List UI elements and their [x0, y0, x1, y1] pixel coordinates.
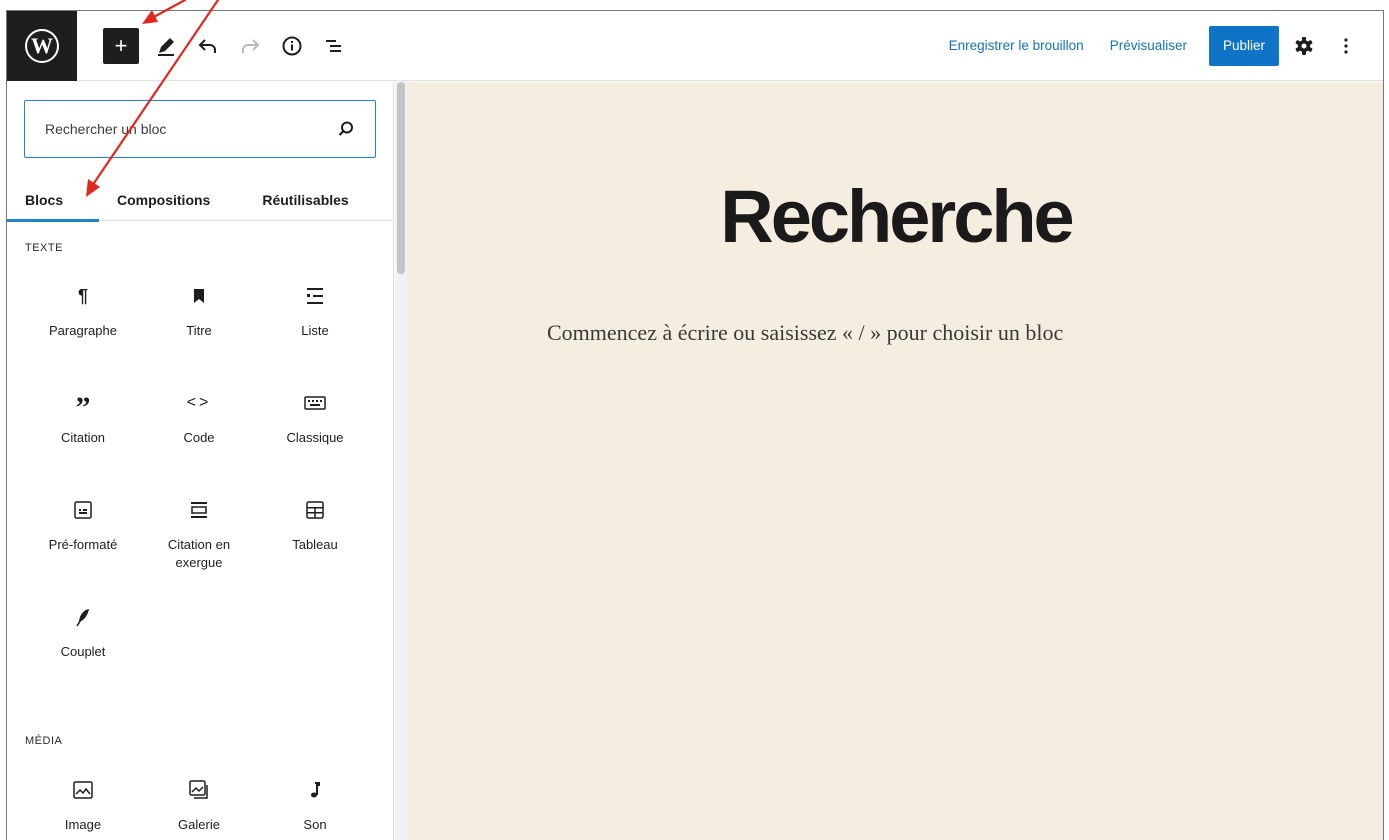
tab-label: Blocs: [25, 192, 64, 208]
image-icon: [73, 776, 93, 804]
wordpress-logo-icon: W: [25, 28, 59, 63]
tab-blocks[interactable]: Blocs: [7, 179, 99, 222]
save-draft-button[interactable]: Enregistrer le brouillon: [936, 38, 1097, 53]
section-label-media: MÉDIA: [25, 735, 63, 747]
paragraph-icon: ¶: [77, 285, 88, 306]
undo-button[interactable]: [187, 26, 229, 66]
tab-compositions[interactable]: Compositions: [117, 179, 210, 221]
audio-note-icon: [308, 776, 322, 804]
section-label-text: TEXTE: [25, 242, 63, 254]
undo-icon: [198, 38, 216, 53]
block-item-paragraph[interactable]: ¶ Paragraphe: [25, 276, 141, 383]
redo-button[interactable]: [229, 26, 271, 66]
block-item-table[interactable]: Tableau: [257, 490, 373, 597]
sidebar-scrollbar[interactable]: [395, 82, 407, 840]
more-vertical-icon: [1344, 37, 1348, 54]
code-icon: <>: [186, 394, 212, 411]
block-inserter-panel: Blocs Compositions Réutilisables TEXTE ¶…: [7, 82, 394, 840]
quote-icon: ”: [75, 391, 91, 424]
block-grid-media: Image Galerie Son: [25, 770, 375, 840]
table-icon: [306, 496, 324, 524]
block-label: Image: [64, 817, 102, 832]
block-grid-text: ¶ Paragraphe Titre Liste ” Citation <> C…: [25, 276, 375, 704]
block-appender-placeholder[interactable]: Commencez à écrire ou saisissez « / » po…: [547, 320, 1063, 346]
gallery-icon: [189, 776, 209, 804]
info-icon: [282, 36, 302, 55]
tab-label: Compositions: [117, 192, 211, 208]
block-label: Titre: [186, 323, 212, 338]
block-label: Classique: [286, 430, 344, 445]
block-inserter-button[interactable]: +: [103, 27, 139, 64]
block-item-preformatted[interactable]: Pré-formaté: [25, 490, 141, 597]
block-label: Liste: [301, 323, 329, 338]
preview-button[interactable]: Prévisualiser: [1097, 38, 1200, 53]
block-item-gallery[interactable]: Galerie: [141, 770, 257, 840]
tab-reusable[interactable]: Réutilisables: [262, 179, 348, 221]
redo-icon: [242, 38, 260, 53]
block-item-pullquote[interactable]: Citation en exergue: [141, 490, 257, 597]
block-label: Tableau: [292, 537, 338, 552]
toolbar-tools: +: [103, 26, 355, 66]
block-item-audio[interactable]: Son: [257, 770, 373, 840]
block-item-classic[interactable]: Classique: [257, 383, 373, 490]
editor-window: W + Enregistrer le brouillon Prévisualis…: [6, 10, 1384, 840]
tools-button[interactable]: [145, 26, 187, 66]
search-icon: [338, 121, 353, 136]
list-view-icon: [326, 39, 341, 52]
block-search: [24, 100, 376, 158]
list-icon: [305, 282, 325, 310]
block-item-quote[interactable]: ” Citation: [25, 383, 141, 490]
heading-bookmark-icon: [192, 282, 206, 310]
pullquote-icon: [190, 496, 208, 524]
block-label: Pré-formaté: [48, 537, 118, 552]
editor-toolbar: W + Enregistrer le brouillon Prévisualis…: [7, 11, 1383, 81]
details-button[interactable]: [271, 26, 313, 66]
block-item-image[interactable]: Image: [25, 770, 141, 840]
verse-feather-icon: [75, 603, 91, 631]
block-label: Son: [303, 817, 327, 832]
wordpress-logo-button[interactable]: W: [7, 11, 77, 81]
inserter-tabs: Blocs Compositions Réutilisables: [7, 179, 394, 222]
block-item-code[interactable]: <> Code: [141, 383, 257, 490]
plus-icon: +: [114, 32, 128, 58]
block-label: Galerie: [178, 817, 220, 832]
toolbar-actions: Enregistrer le brouillon Prévisualiser P…: [936, 25, 1383, 66]
block-item-heading[interactable]: Titre: [141, 276, 257, 383]
post-title[interactable]: Recherche: [407, 174, 1383, 259]
block-label: Couplet: [60, 644, 106, 659]
preformatted-icon: [74, 496, 92, 524]
block-item-list[interactable]: Liste: [257, 276, 373, 383]
gear-icon: [1295, 36, 1313, 55]
block-label: Citation en exergue: [167, 537, 231, 571]
block-label: Citation: [60, 430, 106, 445]
keyboard-icon: [304, 389, 326, 417]
edit-pencil-icon: [158, 37, 174, 56]
options-button[interactable]: [1329, 26, 1363, 66]
scrollbar-thumb[interactable]: [397, 82, 405, 274]
list-view-button[interactable]: [313, 26, 355, 66]
block-label: Paragraphe: [49, 323, 117, 338]
block-item-verse[interactable]: Couplet: [25, 597, 141, 704]
settings-button[interactable]: [1287, 26, 1321, 66]
block-label: Code: [183, 430, 215, 445]
block-search-input[interactable]: [45, 121, 337, 137]
editor-canvas: Recherche Commencez à écrire ou saisisse…: [407, 82, 1383, 840]
publish-button[interactable]: Publier: [1208, 25, 1279, 66]
tab-label: Réutilisables: [262, 192, 349, 208]
